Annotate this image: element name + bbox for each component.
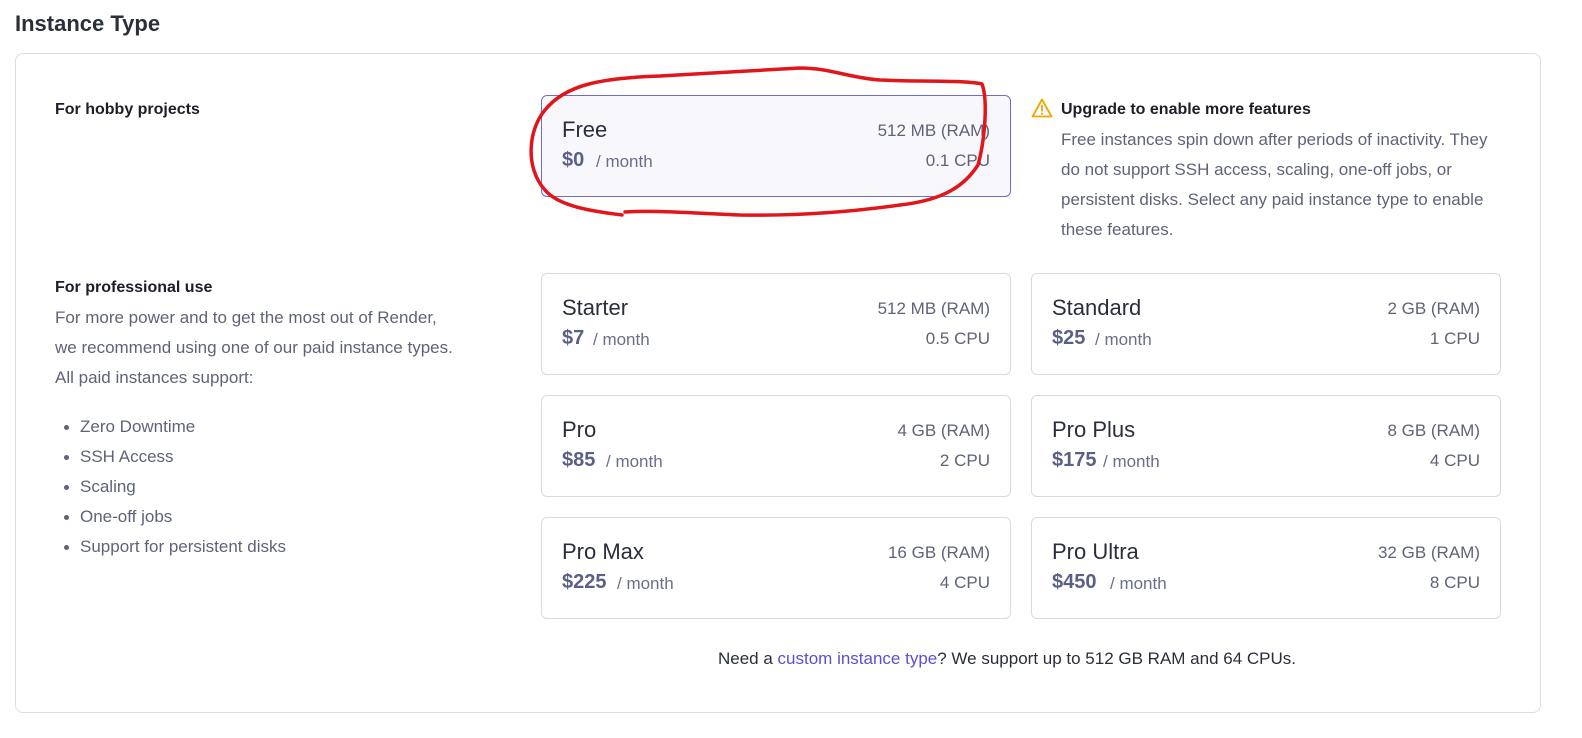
instance-card-pro-max[interactable]: Pro Max $225 / month 16 GB (RAM) 4 CPU <box>541 517 1011 619</box>
instance-name: Starter <box>562 295 629 320</box>
price-period: / month <box>606 452 663 471</box>
instance-type-panel: For hobby projects For professional use … <box>15 53 1541 713</box>
instance-ram: 512 MB (RAM) <box>877 121 990 140</box>
instance-price: $25 <box>1052 327 1086 349</box>
custom-note-suffix: ? We support up to 512 GB RAM and 64 CPU… <box>937 649 1297 668</box>
instance-price: $225 <box>562 571 607 593</box>
instance-price: $175 <box>1052 449 1097 471</box>
instance-ram: 2 GB (RAM) <box>1387 299 1480 318</box>
feature-item: One-off jobs <box>64 502 286 532</box>
features-list: Zero Downtime SSH Access Scaling One-off… <box>64 412 286 562</box>
instance-cpu: 1 CPU <box>1429 329 1480 348</box>
instance-cpu: 2 CPU <box>939 451 990 470</box>
professional-heading: For professional use <box>55 279 213 296</box>
instance-card-pro[interactable]: Pro $85 / month 4 GB (RAM) 2 CPU <box>541 395 1011 497</box>
custom-instance-link[interactable]: custom instance type <box>778 649 938 668</box>
instance-price: $450 <box>1052 571 1097 593</box>
hobby-heading: For hobby projects <box>55 101 200 118</box>
feature-item: Scaling <box>64 472 286 502</box>
feature-item: Zero Downtime <box>64 412 286 442</box>
instance-name: Pro <box>562 417 597 442</box>
upgrade-title: Upgrade to enable more features <box>1061 101 1311 118</box>
instance-card-free[interactable]: Free $0 / month 512 MB (RAM) 0.1 CPU <box>541 95 1011 197</box>
instance-card-starter[interactable]: Starter $7 / month 512 MB (RAM) 0.5 CPU <box>541 273 1011 375</box>
instance-name: Pro Ultra <box>1052 539 1139 564</box>
instance-cpu: 0.1 CPU <box>925 151 990 170</box>
instance-price: $7 <box>562 327 585 349</box>
page-title: Instance Type <box>15 11 161 36</box>
custom-note-prefix: Need a <box>718 649 778 668</box>
custom-instance-note: Need a custom instance type? We support … <box>718 649 1296 669</box>
instance-price: $0 <box>562 149 585 171</box>
instance-card-pro-plus[interactable]: Pro Plus $175 / month 8 GB (RAM) 4 CPU <box>1031 395 1501 497</box>
instance-card-standard[interactable]: Standard $25 / month 2 GB (RAM) 1 CPU <box>1031 273 1501 375</box>
instance-price: $85 <box>562 449 596 471</box>
instance-name: Free <box>562 117 608 142</box>
instance-ram: 4 GB (RAM) <box>897 421 990 440</box>
price-period: / month <box>1103 452 1160 471</box>
instance-ram: 32 GB (RAM) <box>1377 543 1480 562</box>
instance-ram: 512 MB (RAM) <box>877 299 990 318</box>
instance-cpu: 4 CPU <box>1429 451 1480 470</box>
price-period: / month <box>593 330 650 349</box>
instance-cpu: 0.5 CPU <box>925 329 990 348</box>
price-period: / month <box>617 574 674 593</box>
price-period: / month <box>596 152 653 171</box>
upgrade-description: Free instances spin down after periods o… <box>1061 130 1488 239</box>
professional-description: For more power and to get the most out o… <box>55 308 453 387</box>
instance-cpu: 8 CPU <box>1429 573 1480 592</box>
instance-name: Standard <box>1052 295 1142 320</box>
instance-ram: 16 GB (RAM) <box>887 543 990 562</box>
feature-item: SSH Access <box>64 442 286 472</box>
instance-ram: 8 GB (RAM) <box>1387 421 1480 440</box>
warning-icon <box>1031 98 1053 118</box>
instance-card-pro-ultra[interactable]: Pro Ultra $450 / month 32 GB (RAM) 8 CPU <box>1031 517 1501 619</box>
price-period: / month <box>1110 574 1167 593</box>
instance-cpu: 4 CPU <box>939 573 990 592</box>
price-period: / month <box>1095 330 1152 349</box>
instance-name: Pro Plus <box>1052 417 1136 442</box>
feature-item: Support for persistent disks <box>64 532 286 562</box>
instance-name: Pro Max <box>562 539 644 564</box>
